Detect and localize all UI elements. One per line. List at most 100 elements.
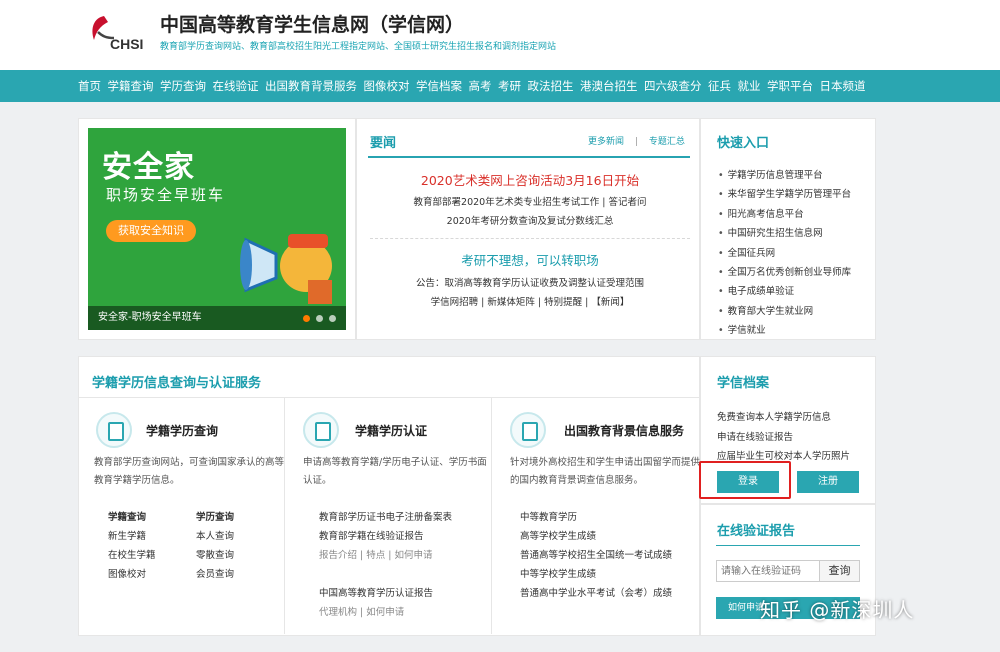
service-desc: 针对境外高校招生和学生申请出国留学而提供的国内教育背景调查信息服务。 xyxy=(510,457,701,486)
archive-title: 学信档案 xyxy=(717,376,770,391)
news-underline xyxy=(368,156,690,158)
nav-item[interactable]: 日本频道 xyxy=(820,78,866,94)
service-name[interactable]: 出国教育背景信息服务 xyxy=(564,422,684,439)
site-title: 中国高等教育学生信息网（学信网） xyxy=(160,14,465,36)
abroad-link[interactable]: 普通高中学业水平考试（会考）成绩 xyxy=(520,584,672,603)
nav-item[interactable]: 政法招生 xyxy=(528,78,574,94)
quick-link[interactable]: 全国万名优秀创新创业导师库 xyxy=(718,263,852,282)
news-headline-2[interactable]: 考研不理想，可以转职场 xyxy=(370,250,690,269)
xueji-link[interactable]: 图像校对 xyxy=(108,565,156,584)
register-button[interactable]: 注册 xyxy=(797,471,859,493)
news-more-links: 更多新闻 | 专题汇总 xyxy=(588,137,685,147)
promo-banner[interactable]: 安全家 职场安全早班车 获取安全知识 安全家-职场安全早班车 xyxy=(88,128,346,330)
news-row-3[interactable]: 公告：取消高等教育学历认证收费及调整认证受理范围 xyxy=(370,275,690,289)
verify-code-input[interactable] xyxy=(716,560,820,582)
quick-link[interactable]: 阳光高考信息平台 xyxy=(718,205,851,224)
watermark: 知乎 @新深圳人 xyxy=(760,598,915,622)
site-subtitle: 教育部学历查询网站、教育部高校招生阳光工程指定网站、全国硕士研究生招生报名和调剂… xyxy=(160,42,557,52)
abroad-link[interactable]: 高等学校学生成绩 xyxy=(520,527,672,546)
xueli-link[interactable]: 零散查询 xyxy=(196,546,234,565)
nav-item[interactable]: 考研 xyxy=(498,78,521,94)
service-links-left: 学籍查询 新生学籍 在校生学籍 图像校对 xyxy=(108,508,156,584)
xueji-link[interactable]: 在校生学籍 xyxy=(108,546,156,565)
nav-item[interactable]: 就业 xyxy=(738,78,761,94)
news-row-2[interactable]: 2020年考研分数查询及复试分数线汇总 xyxy=(370,213,690,227)
nav-list: 首页 学籍查询 学历查询 在线验证 出国教育背景服务 图像校对 学信档案 高考 考研 政法招生 港澳… xyxy=(78,70,872,102)
carousel-dot[interactable] xyxy=(303,315,310,322)
abroad-link[interactable]: 中等教育学历 xyxy=(520,508,672,527)
archive-link[interactable]: 免费查询本人学籍学历信息 xyxy=(717,408,850,428)
archive-list: 免费查询本人学籍学历信息 申请在线验证报告 应届毕业生可校对本人学历照片 xyxy=(717,408,850,467)
more-news-link[interactable]: 更多新闻 xyxy=(588,137,624,147)
news-row-1[interactable]: 教育部部署2020年艺术类专业招生考试工作 | 答记者问 xyxy=(370,194,690,208)
chsi-logo[interactable]: CHSI xyxy=(84,14,150,58)
service-col-xueji: 学籍学历查询 教育部学历查询网站，可查询国家承认的高等教育学籍学历信息。 学籍查… xyxy=(86,398,285,634)
nav-item[interactable]: 图像校对 xyxy=(364,78,410,94)
xueli-link[interactable]: 会员查询 xyxy=(196,565,234,584)
link-report-info[interactable]: 报告介绍 | 特点 | 如何申请 xyxy=(319,546,432,565)
quick-link[interactable]: 来华留学生学籍学历管理平台 xyxy=(718,185,852,204)
nav-item[interactable]: 学历查询 xyxy=(160,78,206,94)
nav-item[interactable]: 在线验证 xyxy=(213,78,259,94)
verify-search-button[interactable]: 查询 xyxy=(820,560,860,582)
news-headline-1[interactable]: 2020艺术类网上咨询活动3月16日开始 xyxy=(370,170,690,189)
xueji-link[interactable]: 学籍查询 xyxy=(108,508,156,527)
news-title: 要闻 xyxy=(370,136,397,151)
quick-link[interactable]: 学信就业 xyxy=(718,321,851,340)
quick-link[interactable]: 学籍学历信息管理平台 xyxy=(718,166,851,185)
service-name[interactable]: 学籍学历认证 xyxy=(355,422,427,439)
service-links: 中等教育学历 高等学校学生成绩 普通高等学校招生全国统一考试成绩 中等学校学生成绩 普通… xyxy=(520,508,672,603)
nav-item[interactable]: 学信档案 xyxy=(416,78,462,94)
xueji-link[interactable]: 新生学籍 xyxy=(108,527,156,546)
link-certification-report[interactable]: 中国高等教育学历认证报告 xyxy=(319,584,433,603)
quick-link[interactable]: 教育部大学生就业网 xyxy=(718,302,851,321)
service-desc: 教育部学历查询网站，可查询国家承认的高等教育学籍学历信息。 xyxy=(94,457,285,486)
megaphone-icon xyxy=(240,234,332,304)
banner-title: 安全家 xyxy=(102,150,195,185)
certificate-icon xyxy=(303,412,339,448)
link-electronic-registration[interactable]: 教育部学历证书电子注册备案表 xyxy=(319,508,452,527)
archive-link[interactable]: 申请在线验证报告 xyxy=(717,428,850,448)
news-divider xyxy=(370,238,690,239)
service-name[interactable]: 学籍学历查询 xyxy=(146,422,218,439)
xueli-link[interactable]: 学历查询 xyxy=(196,508,234,527)
document-search-icon xyxy=(96,412,132,448)
abroad-link[interactable]: 普通高等学校招生全国统一考试成绩 xyxy=(520,546,672,565)
quick-list: 学籍学历信息管理平台来华留学生学籍学历管理平台阳光高考信息平台中国研究生招生信息… xyxy=(718,166,852,341)
quick-link[interactable]: 全国征兵网 xyxy=(718,244,851,263)
carousel-dot[interactable] xyxy=(329,315,336,322)
service-desc: 申请高等教育学籍/学历电子认证、学历书面认证。 xyxy=(303,457,487,486)
main-nav: 首页 学籍查询 学历查询 在线验证 出国教育背景服务 图像校对 学信档案 高考 考研 政法招生 港澳… xyxy=(0,70,1000,102)
banner-subtitle: 职场安全早班车 xyxy=(106,186,226,204)
news-row-4[interactable]: 学信网招聘 | 新媒体矩阵 | 特别提醒 | 【新闻】 xyxy=(370,294,690,308)
abroad-link[interactable]: 中等学校学生成绩 xyxy=(520,565,672,584)
site-header: CHSI 中国高等教育学生信息网（学信网） 教育部学历查询网站、教育部高校招生阳… xyxy=(0,0,1000,70)
service-col-abroad: 出国教育背景信息服务 针对境外高校招生和学生申请出国留学而提供的国内教育背景调查… xyxy=(492,398,700,634)
services-title: 学籍学历信息查询与认证服务 xyxy=(92,376,262,391)
link-agency[interactable]: 代理机构 | 如何申请 xyxy=(319,603,404,622)
verify-underline xyxy=(716,545,860,546)
nav-item[interactable]: 学职平台 xyxy=(767,78,813,94)
quick-title: 快速入口 xyxy=(717,136,770,151)
quick-link[interactable]: 中国研究生招生信息网 xyxy=(718,224,851,243)
nav-item[interactable]: 征兵 xyxy=(708,78,731,94)
nav-item[interactable]: 高考 xyxy=(469,78,492,94)
nav-item[interactable]: 首页 xyxy=(78,78,101,94)
logo-text: CHSI xyxy=(110,36,144,52)
banner-button[interactable]: 获取安全知识 xyxy=(106,220,196,242)
xueli-link[interactable]: 本人查询 xyxy=(196,527,234,546)
nav-item[interactable]: 四六级查分 xyxy=(644,78,702,94)
service-col-renzheng: 学籍学历认证 申请高等教育学籍/学历电子认证、学历书面认证。 教育部学历证书电子… xyxy=(285,398,492,634)
carousel-dots xyxy=(303,315,336,322)
nav-item[interactable]: 港澳台招生 xyxy=(580,78,638,94)
nav-item[interactable]: 学籍查询 xyxy=(108,78,154,94)
link-online-verify-report[interactable]: 教育部学籍在线验证报告 xyxy=(319,527,424,546)
service-links-right: 学历查询 本人查询 零散查询 会员查询 xyxy=(196,508,234,584)
nav-item[interactable]: 出国教育背景服务 xyxy=(265,78,357,94)
topics-link[interactable]: 专题汇总 xyxy=(649,137,685,147)
report-icon xyxy=(510,412,546,448)
quick-link[interactable]: 电子成绩单验证 xyxy=(718,282,851,301)
login-highlight-box xyxy=(699,461,791,499)
verify-title: 在线验证报告 xyxy=(717,524,796,539)
carousel-dot[interactable] xyxy=(316,315,323,322)
